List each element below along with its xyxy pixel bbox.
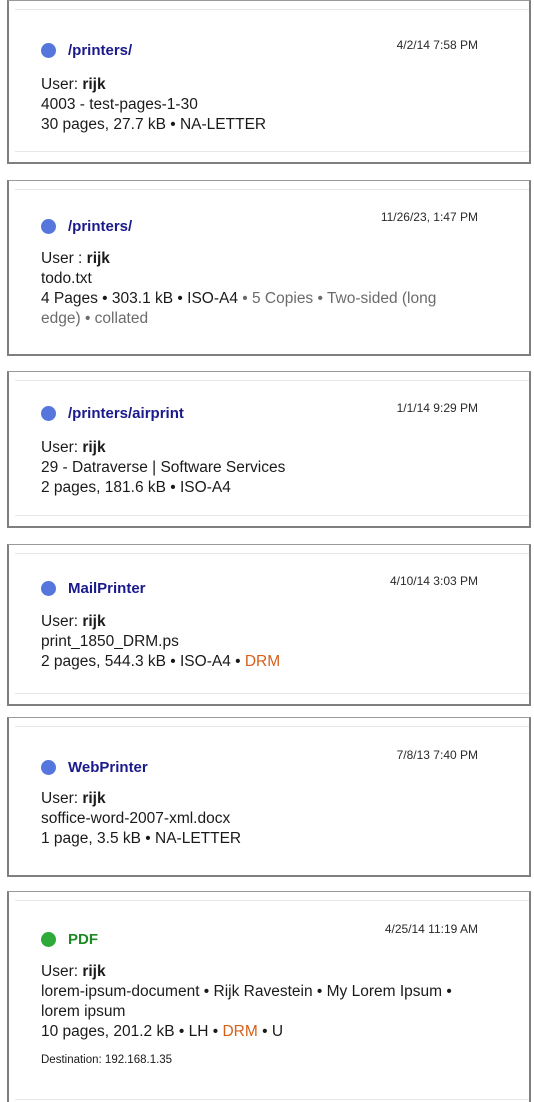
print-job-card[interactable]: /printers/airprint 1/1/14 9:29 PM User: … <box>7 371 531 528</box>
job-header: /printers/airprint <box>41 402 184 424</box>
job-details-main: 10 pages, 201.2 kB • LH • <box>41 1023 223 1040</box>
status-dot-icon <box>41 42 56 58</box>
job-info: User: rijk soffice-word-2007-xml.docx 1 … <box>41 789 489 849</box>
job-header: /printers/ <box>41 39 132 61</box>
divider <box>15 1099 529 1100</box>
divider <box>15 515 529 516</box>
user-line: User : rijk <box>41 249 469 269</box>
print-job-card[interactable]: MailPrinter 4/10/14 3:03 PM User: rijk p… <box>7 544 531 706</box>
job-info: User: rijk lorem-ipsum-document • Rijk R… <box>41 962 469 1068</box>
job-info: User : rijk todo.txt 4 Pages • 303.1 kB … <box>41 249 469 329</box>
divider <box>15 151 529 152</box>
divider <box>15 553 529 554</box>
job-timestamp: 4/25/14 11:19 AM <box>384 922 478 936</box>
document-name: 4003 - test-pages-1-30 <box>41 96 198 113</box>
job-details-main: 4 Pages • 303.1 kB • ISO-A4 <box>41 290 238 307</box>
printer-name-link[interactable]: /printers/ <box>68 218 132 235</box>
status-dot-icon <box>41 580 56 596</box>
print-job-card[interactable]: /printers/ 11/26/23, 1:47 PM User : rijk… <box>7 180 531 356</box>
destination-text: Destination: 192.168.1.35 <box>41 1054 173 1066</box>
print-job-card[interactable]: PDF 4/25/14 11:19 AM User: rijk lorem-ip… <box>7 891 531 1102</box>
printer-name-link[interactable]: MailPrinter <box>68 580 146 597</box>
user-name: rijk <box>82 76 106 93</box>
printer-name-link[interactable]: /printers/ <box>68 42 132 59</box>
status-dot-icon <box>41 759 56 775</box>
status-dot-icon <box>41 405 56 421</box>
user-label: User: <box>41 76 83 93</box>
divider <box>15 380 529 381</box>
job-details: 4 Pages • 303.1 kB • ISO-A4 • 5 Copies •… <box>41 289 469 329</box>
document-name: lorem-ipsum-document • Rijk Ravestein • … <box>41 983 452 1020</box>
job-details-tail: • U <box>257 1023 284 1040</box>
job-header: WebPrinter <box>41 756 148 778</box>
status-dot-icon <box>41 218 56 234</box>
job-header: /printers/ <box>41 215 132 237</box>
job-details: 30 pages, 27.7 kB • NA-LETTER <box>41 116 267 133</box>
divider <box>15 693 529 694</box>
print-job-card[interactable]: /printers/ 4/2/14 7:58 PM User: rijk 400… <box>7 0 531 164</box>
document-name: print_1850_DRM.ps <box>41 633 179 650</box>
job-details: 2 pages, 544.3 kB • ISO-A4 • DRM <box>41 652 489 672</box>
job-details: 2 pages, 181.6 kB • ISO-A4 <box>41 479 231 496</box>
user-label: User: <box>41 963 83 980</box>
printer-name-link[interactable]: WebPrinter <box>68 759 148 776</box>
job-details-main: 2 pages, 544.3 kB • ISO-A4 • <box>41 653 245 670</box>
job-info: User: rijk 4003 - test-pages-1-30 30 pag… <box>41 75 489 135</box>
status-dot-icon <box>41 931 56 947</box>
divider <box>15 9 529 10</box>
job-timestamp: 1/1/14 9:29 PM <box>396 401 478 415</box>
job-header: MailPrinter <box>41 577 146 599</box>
user-name: rijk <box>86 250 110 267</box>
divider <box>15 900 529 901</box>
divider <box>15 726 529 727</box>
divider <box>15 189 529 190</box>
printer-name-link[interactable]: /printers/airprint <box>68 405 184 422</box>
user-name: rijk <box>82 439 106 456</box>
user-line: User: rijk <box>41 789 489 809</box>
user-name: rijk <box>82 613 106 630</box>
job-header: PDF <box>41 928 98 950</box>
user-line: User: rijk <box>41 612 489 632</box>
job-timestamp: 11/26/23, 1:47 PM <box>380 210 478 224</box>
user-label: User: <box>41 613 83 630</box>
job-details: 1 page, 3.5 kB • NA-LETTER <box>41 830 242 847</box>
user-line: User: rijk <box>41 962 469 982</box>
user-label: User : <box>41 250 87 267</box>
document-name: soffice-word-2007-xml.docx <box>41 810 231 827</box>
job-info: User: rijk 29 - Datraverse | Software Se… <box>41 438 489 498</box>
user-name: rijk <box>82 963 106 980</box>
user-line: User: rijk <box>41 438 489 458</box>
document-name: 29 - Datraverse | Software Services <box>41 459 286 476</box>
drm-badge: DRM <box>222 1023 258 1040</box>
drm-badge: DRM <box>244 653 281 670</box>
user-label: User: <box>41 790 83 807</box>
document-name: todo.txt <box>41 270 92 287</box>
job-timestamp: 4/10/14 3:03 PM <box>389 574 478 588</box>
job-timestamp: 7/8/13 7:40 PM <box>396 748 478 762</box>
user-name: rijk <box>82 790 106 807</box>
user-line: User: rijk <box>41 75 489 95</box>
user-label: User: <box>41 439 83 456</box>
job-details: 10 pages, 201.2 kB • LH • DRM • U <box>41 1022 469 1042</box>
job-timestamp: 4/2/14 7:58 PM <box>396 38 478 52</box>
print-job-card[interactable]: WebPrinter 7/8/13 7:40 PM User: rijk sof… <box>7 717 531 877</box>
job-info: User: rijk print_1850_DRM.ps 2 pages, 54… <box>41 612 489 672</box>
printer-name-link[interactable]: PDF <box>68 931 98 948</box>
